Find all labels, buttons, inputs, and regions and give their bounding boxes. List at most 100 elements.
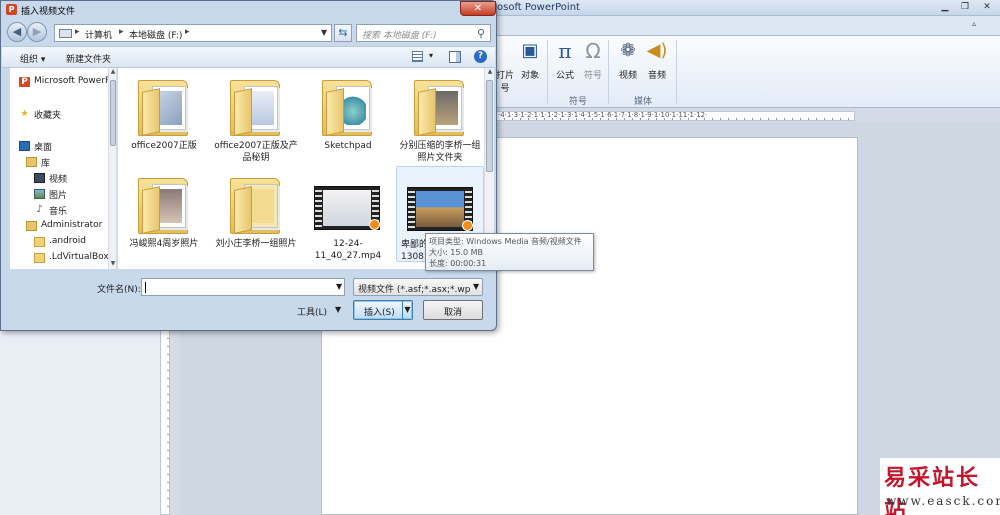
- view-dropdown-icon[interactable]: ▾: [429, 51, 433, 60]
- file-item-folder[interactable]: 分别压缩的李桥一组照片文件夹: [396, 68, 484, 164]
- library-icon: [26, 157, 37, 167]
- ribbon-collapse-icon[interactable]: ▵: [972, 19, 976, 28]
- change-view-icon[interactable]: [412, 51, 423, 62]
- insert-button[interactable]: 插入(S) ▼: [353, 300, 413, 320]
- ribbon-partial-label-2: 号: [500, 84, 510, 94]
- sidebar-item-powerpoint[interactable]: P Microsoft PowerPoint: [10, 75, 108, 89]
- sidebar-scrollbar[interactable]: ▲ ▼: [108, 68, 116, 269]
- formula-button[interactable]: π 公式: [550, 40, 580, 92]
- sidebar-item-label: Microsoft PowerPoint: [34, 76, 108, 86]
- pictures-library-icon: [34, 189, 45, 199]
- sidebar-item-desktop[interactable]: 桌面: [10, 139, 108, 153]
- file-item-folder[interactable]: office2007正版及产品秘钥: [212, 68, 300, 164]
- organize-button[interactable]: 组织 ▾: [20, 52, 45, 65]
- breadcrumb-local-disk[interactable]: 本地磁盘 (F:): [129, 28, 182, 41]
- watermark-url: www.easck.com: [886, 494, 1000, 508]
- ribbon-group-symbols: 符号: [568, 97, 587, 107]
- tools-button[interactable]: 工具(L): [297, 305, 327, 318]
- file-name: Sketchpad: [324, 141, 372, 151]
- video-library-icon: [34, 173, 45, 183]
- ribbon-partial-button[interactable]: 打片 号: [494, 40, 516, 94]
- symbol-button[interactable]: Ω 符号: [578, 40, 608, 92]
- sidebar-item-music[interactable]: ♪ 音乐: [10, 203, 108, 218]
- ruler-numbers: ·4·1·3·1·2·1·1·1·2·1·3·1·4·1·5·1·6·1·7·1…: [498, 111, 708, 119]
- scroll-down-icon[interactable]: ▼: [109, 260, 116, 269]
- scrollbar-thumb[interactable]: [110, 80, 116, 146]
- insert-dropdown-icon[interactable]: ▼: [402, 301, 412, 319]
- sidebar-item-label: .android: [49, 236, 87, 246]
- filename-input[interactable]: ▼: [141, 278, 345, 296]
- minimize-icon[interactable]: ▁: [934, 0, 956, 15]
- sidebar-item-administrator[interactable]: Administrator: [10, 219, 108, 233]
- slide-thumbnails-pane: [0, 330, 160, 515]
- filetype-select[interactable]: 视频文件 (*.asf;*.asx;*.wpl;*.wm ▼: [353, 278, 483, 296]
- chevron-right-icon[interactable]: ▸: [119, 27, 124, 37]
- help-icon[interactable]: ?: [474, 50, 487, 63]
- dialog-titlebar[interactable]: P 插入视频文件 ✕: [1, 1, 496, 19]
- sidebar-item-pictures[interactable]: 图片: [10, 187, 108, 201]
- folder-icon: [322, 76, 378, 136]
- sidebar-item-android[interactable]: .android: [10, 235, 108, 249]
- pi-icon: π: [558, 39, 572, 63]
- filetype-value: 视频文件 (*.asf;*.asx;*.wpl;*.wm: [358, 285, 470, 295]
- breadcrumb-computer[interactable]: 计算机: [85, 28, 112, 41]
- file-item-folder[interactable]: Sketchpad: [304, 68, 392, 164]
- text-caret: [145, 282, 146, 293]
- address-bar[interactable]: ▸ 计算机 ▸ 本地磁盘 (F:) ▸ ▼: [54, 24, 332, 42]
- dialog-close-button[interactable]: ✕: [460, 1, 496, 16]
- dialog-toolbar: 组织 ▾ 新建文件夹 ▾ ?: [2, 46, 495, 68]
- ribbon-group-media: 媒体: [633, 97, 652, 107]
- chevron-right-icon[interactable]: ▸: [185, 27, 190, 37]
- sidebar-item-videos[interactable]: 视频: [10, 171, 108, 185]
- cancel-label: 取消: [443, 308, 462, 318]
- cancel-button[interactable]: 取消: [423, 300, 483, 320]
- chevron-down-icon[interactable]: ▼: [335, 305, 341, 314]
- file-item-folder[interactable]: 冯峻熙4周岁照片: [120, 166, 208, 262]
- file-name: 12-24-11_40_27.mp4: [314, 239, 382, 261]
- sidebar-item-label: .LdVirtualBox: [49, 252, 108, 262]
- file-name: 分别压缩的李桥一组照片文件夹: [399, 141, 481, 163]
- object-label: 对象: [520, 71, 539, 81]
- search-input[interactable]: 搜索 本地磁盘 (F:) ⚲: [356, 24, 491, 42]
- restore-icon[interactable]: ❐: [954, 0, 976, 15]
- search-icon[interactable]: ⚲: [477, 27, 485, 40]
- scrollbar-thumb[interactable]: [486, 80, 493, 172]
- sidebar-item-library[interactable]: 库: [10, 155, 108, 169]
- file-name: office2007正版及产品秘钥: [214, 141, 298, 163]
- powerpoint-window-title: osoft PowerPoint: [497, 2, 580, 13]
- new-folder-button[interactable]: 新建文件夹: [66, 52, 111, 65]
- preview-pane-icon[interactable]: [449, 51, 461, 63]
- video-thumbnail-icon: [407, 187, 473, 231]
- file-item-folder[interactable]: office2007正版: [120, 68, 208, 164]
- chevron-right-icon[interactable]: ▸: [75, 27, 80, 37]
- scroll-up-icon[interactable]: ▲: [109, 68, 116, 77]
- close-icon[interactable]: ✕: [976, 0, 998, 15]
- file-item-video[interactable]: 12-24-11_40_27.mp4: [304, 166, 392, 262]
- sidebar-item-label: 库: [41, 159, 51, 169]
- audio-label: 音频: [647, 71, 666, 81]
- user-folder-icon: [26, 221, 37, 231]
- desktop-icon: [19, 141, 30, 151]
- scroll-up-icon[interactable]: ▲: [486, 68, 494, 75]
- ribbon-separator: [547, 40, 548, 104]
- chevron-down-icon[interactable]: ▼: [336, 282, 342, 291]
- omega-icon: Ω: [585, 39, 601, 63]
- file-item-folder[interactable]: 刘小庄李桥一组照片: [212, 166, 300, 262]
- back-button[interactable]: ◀: [7, 22, 27, 42]
- forward-button[interactable]: ▶: [27, 22, 47, 42]
- filename-label: 文件名(N):: [97, 285, 141, 295]
- folder-icon: [138, 76, 194, 136]
- insert-video-button[interactable]: ❁ 视频: [613, 40, 643, 92]
- sidebar-item-favorites[interactable]: ★ 收藏夹: [10, 107, 108, 121]
- chevron-down-icon[interactable]: ▼: [321, 28, 327, 37]
- refresh-button[interactable]: ⇆: [334, 24, 352, 42]
- insert-object-button[interactable]: ▣ 对象: [515, 40, 545, 92]
- horizontal-ruler: ·4·1·3·1·2·1·1·1·2·1·3·1·4·1·5·1·6·1·7·1…: [495, 111, 855, 121]
- sidebar-item-ldvirtualbox[interactable]: .LdVirtualBox: [10, 251, 108, 265]
- insert-label: 插入(S): [364, 308, 395, 318]
- file-name: 冯峻熙4周岁照片: [129, 239, 199, 249]
- insert-audio-button[interactable]: ◀) 音频: [642, 40, 672, 92]
- chevron-down-icon: ▼: [473, 282, 480, 291]
- sidebar-item-label: 收藏夹: [34, 111, 62, 121]
- ribbon-separator: [676, 40, 677, 104]
